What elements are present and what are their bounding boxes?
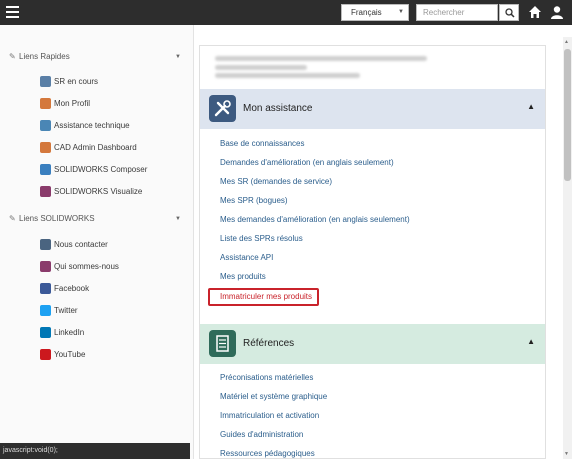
dashboard-icon [40,142,51,153]
composer-icon [40,164,51,175]
sr-icon [40,76,51,87]
search-icon [505,8,515,18]
sidebar-item-label: Qui sommes-nous [54,262,119,271]
quick-links-title: Liens Rapides [19,52,70,61]
search-input[interactable]: Rechercher [416,4,498,21]
blurred-contract-line [215,73,360,78]
sidebar-item-label: CAD Admin Dashboard [54,143,137,152]
sidebar-item-label: SOLIDWORKS Visualize [54,187,143,196]
top-navbar: Français ▼ Rechercher [0,0,572,25]
scroll-thumb[interactable] [564,49,571,181]
link-my-spr[interactable]: Mes SPR (bogues) [220,196,288,205]
references-panel-header[interactable]: Références ▲ [200,324,545,364]
visualize-icon [40,186,51,197]
link-registration-activation[interactable]: Immatriculation et activation [220,411,319,420]
blurred-welcome-line [215,56,427,61]
menu-icon[interactable] [6,6,19,18]
page-scrollbar[interactable]: ▲ ▼ [563,37,572,459]
link-hardware-graphics[interactable]: Matériel et système graphique [220,392,327,401]
mail-icon [40,239,51,250]
support-icon [40,120,51,131]
checklist-icon [209,330,236,357]
assistance-panel-title: Mon assistance [243,103,313,114]
link-api-support[interactable]: Assistance API [220,253,273,262]
chevron-up-icon[interactable]: ▲ [527,102,535,111]
twitter-icon [40,305,51,316]
chevron-down-icon[interactable]: ▼ [175,50,181,64]
scroll-up-icon[interactable]: ▲ [564,39,569,45]
profile-icon [40,98,51,109]
about-icon [40,261,51,272]
solidworks-links-header[interactable]: ✎ Liens SOLIDWORKS ▼ [9,212,185,226]
assistance-panel-header[interactable]: Mon assistance ▲ [200,89,545,129]
link-admin-guides[interactable]: Guides d'administration [220,430,303,439]
language-value: Français [351,8,382,17]
highlight-box [208,288,319,306]
tools-icon [209,95,236,122]
pencil-icon: ✎ [9,214,16,223]
status-bar: javascript:void(0); [0,443,190,459]
link-my-products[interactable]: Mes produits [220,272,266,281]
language-select[interactable]: Français ▼ [341,4,409,21]
blurred-date-line [215,65,307,70]
chevron-up-icon[interactable]: ▲ [527,337,535,346]
sidebar-item-label: Assistance technique [54,121,130,130]
sidebar-item-label: SOLIDWORKS Composer [54,165,148,174]
sidebar-item-label: LinkedIn [54,328,85,337]
link-knowledge-base[interactable]: Base de connaissances [220,139,305,148]
chevron-down-icon[interactable]: ▼ [175,212,181,226]
references-panel-title: Références [243,338,295,349]
link-training-resources[interactable]: Ressources pédagogiques [220,449,315,458]
sidebar-item-label: Twitter [54,306,78,315]
main-content: Mon assistance ▲ Base de connaissances D… [199,45,546,459]
link-my-sr[interactable]: Mes SR (demandes de service) [220,177,332,186]
home-icon[interactable] [528,5,542,19]
linkedin-icon [40,327,51,338]
caret-down-icon: ▼ [398,9,404,15]
pencil-icon: ✎ [9,52,16,61]
sidebar-item-label: SR en cours [54,77,99,86]
facebook-icon [40,283,51,294]
scroll-down-icon[interactable]: ▼ [564,451,569,457]
link-hardware-recommendations[interactable]: Préconisations matérielles [220,373,313,382]
link-my-enhancement-requests[interactable]: Mes demandes d'amélioration (en anglais … [220,215,410,224]
link-resolved-sprs[interactable]: Liste des SPRs résolus [220,234,303,243]
user-icon[interactable] [550,5,564,19]
sidebar-item-label: YouTube [54,350,86,359]
solidworks-links-title: Liens SOLIDWORKS [19,214,95,223]
link-enhancement-requests[interactable]: Demandes d'amélioration (en anglais seul… [220,158,394,167]
quick-links-header[interactable]: ✎ Liens Rapides ▼ [9,50,185,64]
sidebar-item-label: Mon Profil [54,99,91,108]
search-button[interactable] [499,4,519,21]
sidebar-item-label: Nous contacter [54,240,108,249]
youtube-icon [40,349,51,360]
sidebar-item-label: Facebook [54,284,90,293]
